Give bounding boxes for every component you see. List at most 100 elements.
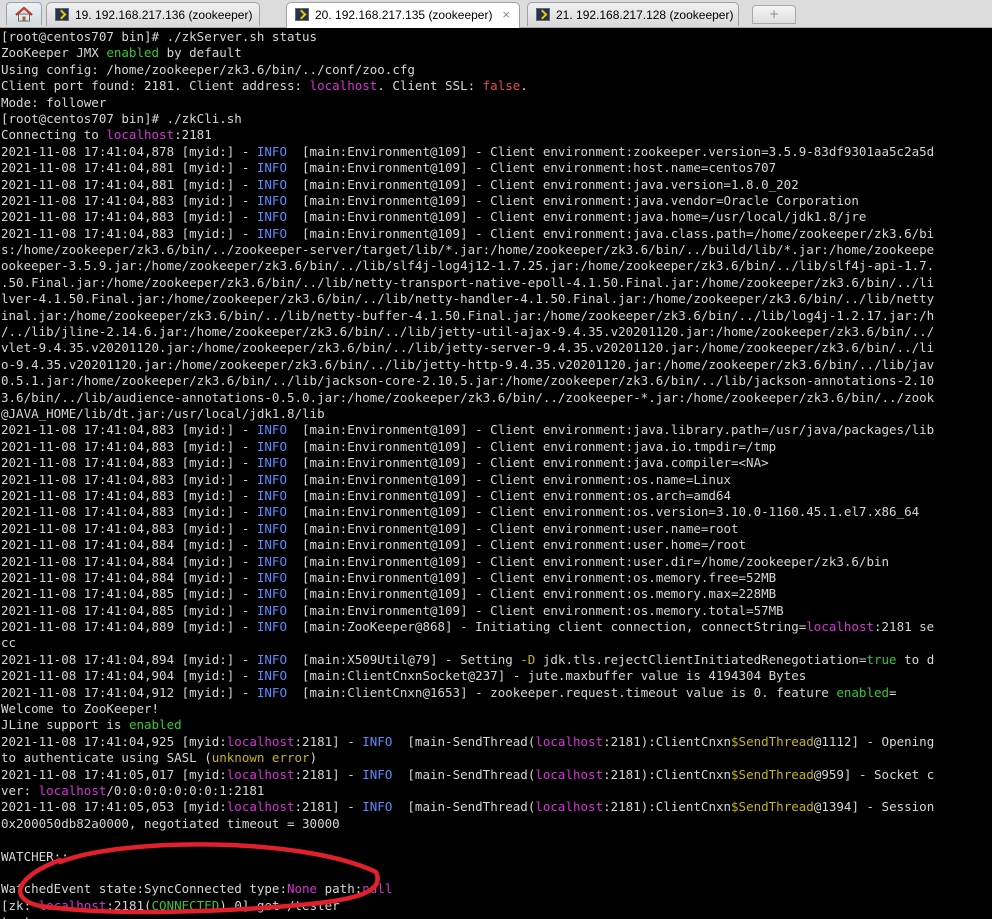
highlighted-token: INFO <box>256 553 287 569</box>
terminal-text: [main:Environment@109] - Client environm… <box>286 455 769 471</box>
tab-session-21[interactable]: 21. 192.168.217.128 (zookeeper) <box>527 2 739 26</box>
close-tab-icon[interactable]: × <box>502 7 510 22</box>
terminal-line: Mode: follower <box>1 95 992 111</box>
highlighted-token: INFO <box>256 586 287 602</box>
terminal-line: 2021-11-08 17:41:04,883 [myid:] - INFO [… <box>1 521 992 537</box>
terminal-text: cc <box>1 635 17 651</box>
terminal-session-icon <box>55 8 69 21</box>
terminal-line: 2021-11-08 17:41:05,053 [myid:localhost:… <box>1 799 992 815</box>
highlighted-token: $SendThread <box>731 799 814 815</box>
session-tab-bar: 19. 192.168.217.136 (zookeeper) 20. 192.… <box>0 0 992 28</box>
highlighted-token: false <box>482 78 521 94</box>
highlighted-token: INFO <box>256 651 287 667</box>
new-tab-button[interactable]: + <box>752 5 796 24</box>
terminal-text: ) <box>309 750 318 766</box>
terminal-text: 2021-11-08 17:41:04,883 [myid:] - <box>1 192 257 208</box>
terminal-line: 3.6/bin/../lib/audience-annotations-0.5.… <box>1 390 992 406</box>
terminal-text: :2181 <box>174 127 212 143</box>
terminal-text: :2181):ClientCnxn <box>603 733 732 749</box>
highlighted-token: INFO <box>362 799 393 815</box>
terminal-text: @1394] - Session <box>813 799 935 815</box>
terminal-text: [main:Environment@109] - Client environm… <box>286 143 935 159</box>
terminal-text: ver: <box>1 782 39 798</box>
terminal-line: Welcome to ZooKeeper! <box>1 701 992 717</box>
highlighted-token: INFO <box>256 619 287 635</box>
highlighted-token: true <box>866 651 897 667</box>
terminal-text: 2021-11-08 17:41:04,883 [myid:] - <box>1 438 257 454</box>
terminal-line: 2021-11-08 17:41:04,884 [myid:] - INFO [… <box>1 570 992 586</box>
terminal-line: 2021-11-08 17:41:04,878 [myid:] - INFO [… <box>1 144 992 160</box>
terminal-text: [main:X509Util@79] - Setting <box>286 651 521 667</box>
terminal-text: [main-SendThread( <box>392 766 536 782</box>
highlighted-token: enabled <box>106 45 160 61</box>
highlighted-token: localhost <box>535 799 604 815</box>
terminal-line: tester <box>1 914 992 919</box>
highlighted-token: enabled <box>836 684 890 700</box>
terminal-text: o-9.4.35.v20201120.jar:/home/zookeeper/z… <box>1 356 935 372</box>
terminal-text: [main:ClientCnxn@1653] - zookeeper.reque… <box>286 684 837 700</box>
terminal-line: 2021-11-08 17:41:04,883 [myid:] - INFO [… <box>1 488 992 504</box>
terminal-text: 2021-11-08 17:41:04,883 [myid:] - <box>1 225 257 241</box>
terminal-line: 2021-11-08 17:41:04,883 [myid:] - INFO [… <box>1 472 992 488</box>
terminal-line: 2021-11-08 17:41:04,889 [myid:] - INFO [… <box>1 619 992 635</box>
terminal-text: 2021-11-08 17:41:04,904 [myid:] - <box>1 668 257 684</box>
terminal-text: 2021-11-08 17:41:04,884 [myid:] - <box>1 553 257 569</box>
highlighted-token: INFO <box>256 160 287 176</box>
terminal-line: [root@centos707 bin]# ./zkCli.sh <box>1 111 992 127</box>
terminal-text: ZooKeeper JMX <box>1 45 107 61</box>
terminal-text: to authenticate using SASL ( <box>1 750 212 766</box>
terminal-text: path: <box>317 881 363 897</box>
home-tab[interactable] <box>6 2 42 25</box>
terminal-text: WATCHER:: <box>1 848 69 864</box>
terminal-line: 2021-11-08 17:41:04,881 [myid:] - INFO [… <box>1 160 992 176</box>
terminal-text: [main:Environment@109] - Client environm… <box>286 602 784 618</box>
highlighted-token: -D <box>520 651 536 667</box>
terminal-line: 2021-11-08 17:41:04,883 [myid:] - INFO [… <box>1 226 992 242</box>
terminal-line: ookeeper-3.5.9.jar:/home/zookeeper/zk3.6… <box>1 258 992 274</box>
terminal-line: 2021-11-08 17:41:04,925 [myid:localhost:… <box>1 734 992 750</box>
terminal-line: WATCHER:: <box>1 849 992 865</box>
terminal-text: 2021-11-08 17:41:04,884 [myid:] - <box>1 537 257 553</box>
terminal-line: .50.Final.jar:/home/zookeeper/zk3.6/bin/… <box>1 275 992 291</box>
terminal-text: [main:Environment@109] - Client environm… <box>286 209 867 225</box>
terminal-text: [main:Environment@109] - Client environm… <box>286 438 777 454</box>
terminal-line: ZooKeeper JMX enabled by default <box>1 45 992 61</box>
terminal-text: /../lib/jline-2.14.6.jar:/home/zookeeper… <box>1 324 935 340</box>
tab-session-19[interactable]: 19. 192.168.217.136 (zookeeper) <box>46 2 260 26</box>
tab-session-20[interactable]: 20. 192.168.217.135 (zookeeper) × <box>286 2 520 28</box>
terminal-line: 2021-11-08 17:41:04,885 [myid:] - INFO [… <box>1 586 992 602</box>
terminal-text: [main:Environment@109] - Client environm… <box>286 586 777 602</box>
terminal-line: 2021-11-08 17:41:04,883 [myid:] - INFO [… <box>1 455 992 471</box>
highlighted-token: INFO <box>256 176 287 192</box>
terminal-text: [main:ZooKeeper@868] - Initiating client… <box>286 619 807 635</box>
highlighted-token: localhost <box>535 733 604 749</box>
terminal-text: [root@centos707 bin]# ./zkCli.sh <box>1 110 242 126</box>
terminal-text: :2181 se <box>874 619 935 635</box>
terminal-line: 2021-11-08 17:41:04,885 [myid:] - INFO [… <box>1 603 992 619</box>
highlighted-token: INFO <box>362 733 393 749</box>
terminal-text: Client port found: 2181. Client address: <box>1 78 310 94</box>
terminal-line: 2021-11-08 17:41:04,881 [myid:] - INFO [… <box>1 177 992 193</box>
terminal-text: /0:0:0:0:0:0:0:1:2181 <box>106 782 265 798</box>
terminal-text: @JAVA_HOME/lib/dt.jar:/usr/local/jdk1.8/… <box>1 405 325 421</box>
highlighted-token: localhost <box>226 733 295 749</box>
terminal-text: @1112] - Opening <box>813 733 935 749</box>
highlighted-token: localhost <box>309 78 378 94</box>
highlighted-token: INFO <box>256 684 287 700</box>
terminal-text: 2021-11-08 17:41:04,889 [myid:] - <box>1 619 257 635</box>
terminal-line: Client port found: 2181. Client address:… <box>1 78 992 94</box>
terminal-text: [main:Environment@109] - Client environm… <box>286 192 859 208</box>
terminal-line: 0x200050db82a0000, negotiated timeout = … <box>1 816 992 832</box>
terminal-text: [main-SendThread( <box>392 733 536 749</box>
terminal-line: 2021-11-08 17:41:04,884 [myid:] - INFO [… <box>1 537 992 553</box>
terminal-output[interactable]: [root@centos707 bin]# ./zkServer.sh stat… <box>0 29 992 919</box>
tab-label: 19. 192.168.217.136 (zookeeper) <box>75 8 253 22</box>
terminal-text: 2021-11-08 17:41:04,925 [myid: <box>1 733 227 749</box>
terminal-text: [main:ClientCnxnSocket@237] - jute.maxbu… <box>286 668 807 684</box>
terminal-text: [main:Environment@109] - Client environm… <box>286 553 890 569</box>
terminal-text: ookeeper-3.5.9.jar:/home/zookeeper/zk3.6… <box>1 258 935 274</box>
terminal-text: ) 0] get /tester <box>219 897 340 913</box>
terminal-text: 2021-11-08 17:41:04,883 [myid:] - <box>1 455 257 471</box>
terminal-text: s:/home/zookeeper/zk3.6/bin/../zookeeper… <box>1 242 935 258</box>
